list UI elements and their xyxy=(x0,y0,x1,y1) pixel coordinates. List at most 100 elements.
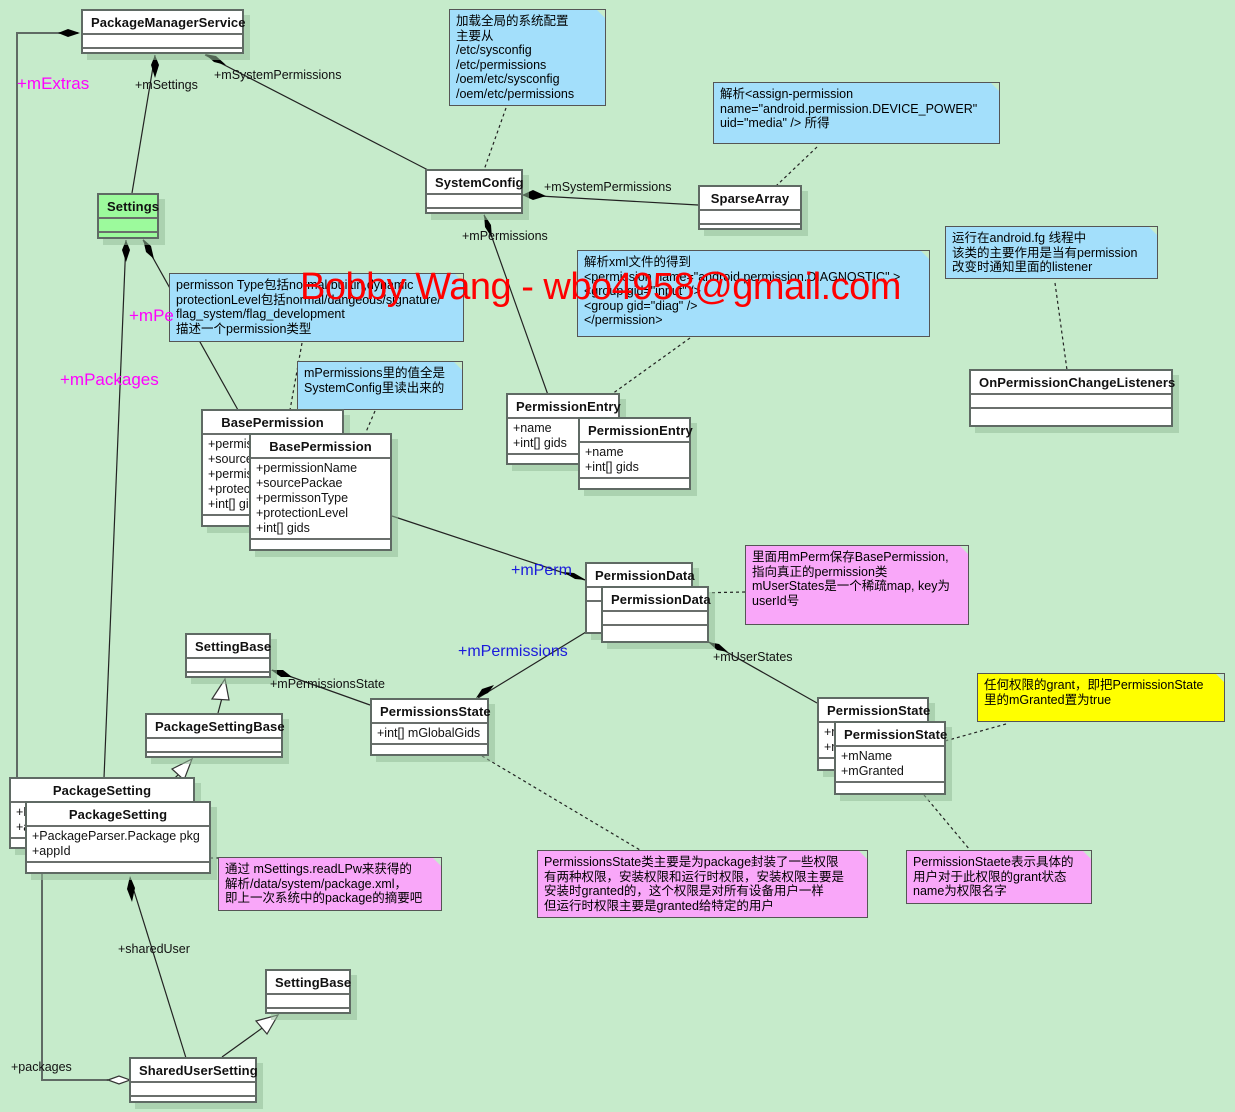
msystempermissions-top-label: +mSystemPermissions xyxy=(214,68,342,82)
msettings-connector xyxy=(131,54,156,194)
class-name: PermissionState xyxy=(836,723,947,747)
class-name: SettingBase xyxy=(267,971,351,995)
note-link-systemconfig xyxy=(483,107,507,171)
mpermissions-systemconfig-label: +mPermissions xyxy=(462,229,548,243)
permissionsstate-diamond-icon xyxy=(476,685,494,698)
attribute: +int[] gids xyxy=(585,460,639,474)
mpe-label: +mPe xyxy=(129,306,174,325)
permission-state-class[interactable]: PermissionState +mName +mGranted xyxy=(834,721,947,795)
permissions-state-note: PermissionsState类主要是为package封装了一些权限 有两种权… xyxy=(537,850,868,918)
base-permission-class[interactable]: BasePermission +permissionName +sourcePa… xyxy=(249,433,392,551)
inherit-psb-connector xyxy=(217,697,223,714)
note-fold-icon xyxy=(1081,851,1091,861)
class-attributes xyxy=(971,395,1171,409)
permission-entry-class[interactable]: PermissionEntry +name +int[] gids xyxy=(578,417,693,490)
mpermissions-note: mPermissions里的值全是 SystemConfig里读出来的 xyxy=(297,361,463,410)
mpermissions-note-text: mPermissions里的值全是 SystemConfig里读出来的 xyxy=(304,366,445,395)
note-link-permissionsstate xyxy=(481,755,641,851)
mpackages-label: +mPackages xyxy=(60,370,159,389)
mextras-label: +mExtras xyxy=(17,74,90,93)
attribute: +appId xyxy=(32,844,71,858)
class-name: PackageManagerService xyxy=(83,11,245,35)
class-attributes: +name +int[] gids xyxy=(580,443,689,479)
class-attributes xyxy=(427,195,521,209)
msettings-label: +mSettings xyxy=(135,78,198,92)
mpermissionsstate-diamond-icon xyxy=(271,670,292,677)
inherit-psb-arrow-icon xyxy=(210,677,230,701)
sparse-array-note-text: 解析<assign-permission name="android.permi… xyxy=(720,87,978,131)
class-attributes xyxy=(83,35,242,49)
msystempermissions-label: +mSystemPermissions xyxy=(544,180,672,194)
attribute: +permissonType xyxy=(256,491,349,505)
class-name: BasePermission xyxy=(251,435,390,459)
mperm-label: +mPerm xyxy=(511,562,572,579)
note-link-listeners xyxy=(1054,282,1068,371)
setting-base-class-bottom[interactable]: SettingBase xyxy=(265,969,351,1014)
on-permission-change-listeners-class[interactable]: OnPermissionChangeListeners xyxy=(969,369,1175,427)
permission-data-note-text: 里面用mPerm保存BasePermission, 指向真正的permissio… xyxy=(752,550,950,608)
class-name: PermissionData xyxy=(587,564,695,588)
pms-systemconfig-diamond-icon xyxy=(205,54,226,65)
setting-base-class-top[interactable]: SettingBase xyxy=(185,633,271,678)
grant-note: 任何权限的grant，即把PermissionState 里的mGranted置… xyxy=(977,673,1225,722)
permissions-state-class[interactable]: PermissionsState +int[] mGlobalGids xyxy=(370,698,491,756)
class-name: SystemConfig xyxy=(427,171,524,195)
note-link-permissionentry xyxy=(611,337,691,395)
class-attributes xyxy=(267,995,349,1009)
attribute: +mName xyxy=(841,749,893,763)
note-fold-icon xyxy=(958,546,968,556)
class-attributes: +PackageParser.Package pkg +appId xyxy=(27,827,209,863)
note-fold-icon xyxy=(431,858,441,868)
class-name: PackageSettingBase xyxy=(147,715,285,739)
mpermissionsstate-label: +mPermissionsState xyxy=(270,677,385,691)
permission-data-class[interactable]: PermissionData xyxy=(601,586,711,643)
inherit-sus-arrow-icon xyxy=(254,1014,280,1036)
class-name: PackageSetting xyxy=(11,779,193,803)
class-name: PermissionData xyxy=(603,588,711,612)
class-name: SettingBase xyxy=(187,635,271,659)
attribute: +protectionLevel xyxy=(256,506,349,520)
class-name: PermissionsState xyxy=(372,700,491,724)
mpermissions-settings-diamond-icon xyxy=(143,239,154,259)
package-setting-class[interactable]: PackageSetting +PackageParser.Package pk… xyxy=(25,801,211,874)
mpermissions-blue-connector xyxy=(477,631,587,699)
note-link-mpermissions xyxy=(365,410,376,433)
class-attributes xyxy=(147,739,281,753)
class-name: Settings xyxy=(99,195,159,219)
class-attributes xyxy=(700,211,800,225)
note-link-permissionstate xyxy=(923,794,971,851)
class-name: SharedUserSetting xyxy=(131,1059,258,1083)
packages-label: +packages xyxy=(11,1060,72,1074)
settings-class[interactable]: Settings xyxy=(97,193,159,239)
sparse-array-class[interactable]: SparseArray xyxy=(698,185,802,230)
note-fold-icon xyxy=(452,362,462,372)
class-attributes: +mName +mGranted xyxy=(836,747,944,783)
system-config-note: 加载全局的系统配置 主要从 /etc/sysconfig /etc/permis… xyxy=(449,9,606,106)
attribute: +PackageParser.Package pkg xyxy=(32,829,200,843)
shared-user-setting-class[interactable]: SharedUserSetting xyxy=(129,1057,258,1103)
attribute: +permissionName xyxy=(256,461,358,475)
sparsearray-diamond-icon xyxy=(522,190,546,200)
class-attributes xyxy=(187,659,269,673)
shareduser-connector xyxy=(129,877,187,1059)
note-fold-icon xyxy=(1147,227,1157,237)
class-name: PermissionEntry xyxy=(508,395,621,419)
shareduser-label: +sharedUser xyxy=(118,942,190,956)
shareduser-diamond-icon xyxy=(127,876,135,902)
package-setting-base-class[interactable]: PackageSettingBase xyxy=(145,713,285,758)
note-link-sparsearray xyxy=(775,146,818,187)
mpackages-diamond-icon xyxy=(122,240,130,262)
class-attributes xyxy=(603,612,707,626)
permission-state-note: PermissionStaete表示具体的 用户对于此权限的grant状态 na… xyxy=(906,850,1092,904)
note-fold-icon xyxy=(857,851,867,861)
mpackages-connector xyxy=(103,239,127,779)
note-fold-icon xyxy=(595,10,605,20)
system-config-class[interactable]: SystemConfig xyxy=(425,169,524,214)
listeners-note-text: 运行在android.fg 线程中 该类的主要作用是当有permission 改… xyxy=(952,231,1138,275)
class-attributes xyxy=(131,1083,255,1097)
muserstates-label: +mUserStates xyxy=(713,650,793,664)
attribute: +int[] gids xyxy=(256,521,310,535)
package-setting-note-text: 通过 mSettings.readLPw来获得的 解析/data/system/… xyxy=(225,862,423,906)
package-manager-service-class[interactable]: PackageManagerService xyxy=(81,9,245,54)
mextras-diamond-icon xyxy=(58,29,80,37)
